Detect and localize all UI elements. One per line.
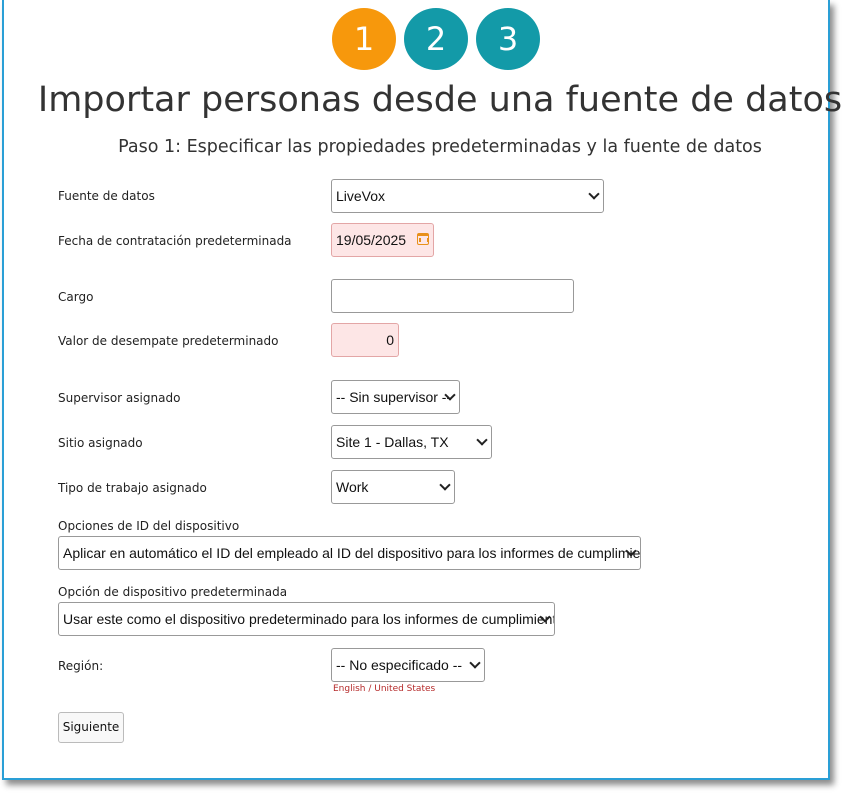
site-select[interactable]: Site 1 - Dallas, TX	[331, 425, 492, 459]
region-label: Región:	[58, 659, 104, 673]
tiebreak-value: 0	[386, 332, 394, 348]
data-source-select[interactable]: LiveVox	[331, 179, 604, 213]
step-2-indicator: 2	[404, 8, 468, 70]
work-type-value: Work	[336, 479, 369, 495]
supervisor-value: -- Sin supervisor --	[336, 389, 452, 405]
site-value: Site 1 - Dallas, TX	[336, 434, 449, 450]
default-device-label: Opción de dispositivo predeterminada	[58, 585, 288, 599]
region-locale-note: English / United States	[333, 684, 436, 694]
device-id-options-label: Opciones de ID del dispositivo	[58, 519, 240, 533]
data-source-value: LiveVox	[336, 188, 386, 204]
device-id-options-select[interactable]: Aplicar en automático el ID del empleado…	[58, 536, 641, 570]
page-subtitle: Paso 1: Especificar las propiedades pred…	[118, 137, 762, 157]
region-select[interactable]: -- No especificado --	[331, 648, 485, 682]
page-title: Importar personas desde una fuente de da…	[37, 80, 843, 120]
region-value: -- No especificado --	[336, 657, 463, 673]
position-label: Cargo	[58, 290, 94, 304]
default-device-value: Usar este como el dispositivo predetermi…	[63, 611, 555, 627]
device-id-options-value: Aplicar en automático el ID del empleado…	[63, 545, 641, 561]
hire-date-label: Fecha de contratación predeterminada	[58, 234, 292, 248]
work-type-label: Tipo de trabajo asignado	[58, 481, 207, 495]
data-source-label: Fuente de datos	[58, 189, 155, 203]
step-3-indicator: 3	[476, 8, 540, 70]
calendar-icon[interactable]	[417, 233, 429, 245]
work-type-select[interactable]: Work	[331, 470, 455, 504]
site-label: Sitio asignado	[58, 436, 143, 450]
next-button[interactable]: Siguiente	[58, 712, 124, 743]
tiebreak-input[interactable]: 0	[331, 323, 399, 357]
hire-date-input[interactable]: 19/05/2025	[331, 223, 434, 257]
supervisor-label: Supervisor asignado	[58, 391, 181, 405]
hire-date-value: 19/05/2025	[336, 232, 407, 248]
tiebreak-label: Valor de desempate predeterminado	[58, 334, 279, 348]
default-device-select[interactable]: Usar este como el dispositivo predetermi…	[58, 602, 555, 636]
supervisor-select[interactable]: -- Sin supervisor --	[331, 380, 460, 414]
step-1-indicator: 1	[332, 8, 396, 70]
position-input[interactable]	[331, 279, 574, 313]
chevron-down-icon	[469, 657, 481, 669]
chevron-down-icon	[476, 434, 488, 446]
chevron-down-icon	[588, 188, 600, 200]
chevron-down-icon	[439, 479, 451, 491]
